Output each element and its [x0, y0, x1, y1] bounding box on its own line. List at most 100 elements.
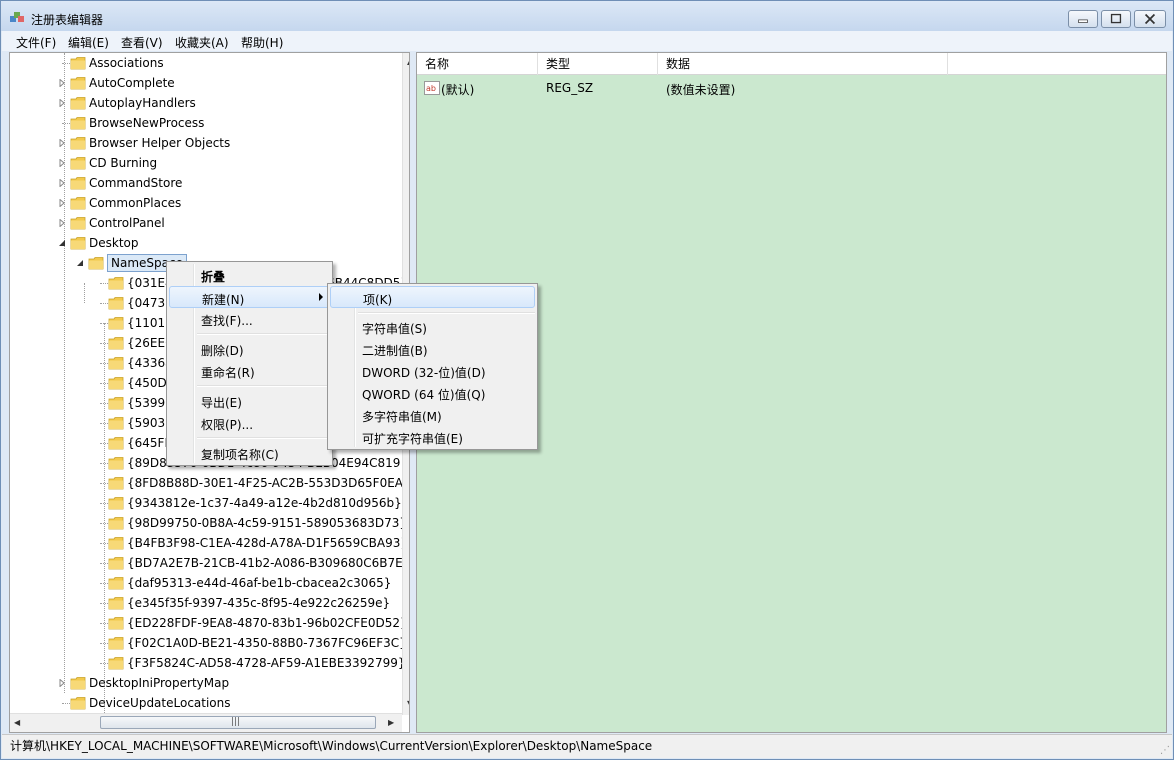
- folder-icon: [108, 437, 124, 450]
- submenu-item-expandable-string-value[interactable]: 可扩充字符串值(E): [330, 426, 535, 448]
- tree-node-label: BrowseNewProcess: [89, 116, 205, 130]
- submenu-item-key[interactable]: 项(K): [330, 286, 535, 308]
- tree-node[interactable]: {daf95313-e44d-46af-be1b-cbacea2c3065}: [10, 573, 400, 593]
- folder-icon: [108, 637, 124, 650]
- menu-view[interactable]: 查看(V): [121, 34, 163, 51]
- tree-node-label: {F02C1A0D-BE21-4350-88B0-7367FC96EF3C}: [127, 636, 407, 650]
- expand-arrow-icon[interactable]: [58, 139, 66, 147]
- submenu-item-binary-value[interactable]: 二进制值(B): [330, 338, 535, 360]
- folder-icon: [108, 557, 124, 570]
- folder-icon: [70, 177, 86, 190]
- tree-node[interactable]: {8FD8B88D-30E1-4F25-AC2B-553D3D65F0EA}: [10, 473, 409, 493]
- scroll-right-icon[interactable]: ▶: [388, 718, 394, 727]
- value-name: (默认): [441, 83, 475, 97]
- submenu-item-multi-string-value[interactable]: 多字符串值(M): [330, 404, 535, 426]
- collapse-arrow-icon[interactable]: [58, 239, 66, 247]
- tree-node-label: Associations: [89, 56, 164, 70]
- column-header-name[interactable]: 名称: [417, 53, 538, 75]
- tree-node-label: CommonPlaces: [89, 196, 182, 210]
- tree-connector: [62, 63, 70, 64]
- tree-node[interactable]: Associations: [10, 53, 400, 73]
- tree-node[interactable]: {9343812e-1c37-4a49-a12e-4b2d810d956b}: [10, 493, 402, 513]
- tree-node[interactable]: BrowseNewProcess: [10, 113, 400, 133]
- menu-item-export[interactable]: 导出(E): [169, 390, 330, 412]
- maximize-button[interactable]: [1101, 10, 1131, 28]
- tree-node[interactable]: {e345f35f-9397-435c-8f95-4e922c26259e}: [10, 593, 400, 613]
- menu-file[interactable]: 文件(F): [16, 34, 56, 51]
- horizontal-scroll-thumb[interactable]: |||: [100, 716, 376, 729]
- tree-node[interactable]: AutoplayHandlers: [10, 93, 400, 113]
- regedit-app-icon: [10, 12, 24, 22]
- scroll-down-icon[interactable]: ▼: [407, 699, 409, 708]
- close-button[interactable]: [1134, 10, 1166, 28]
- tree-node[interactable]: {BD7A2E7B-21CB-41b2-A086-B309680C6B7E}: [10, 553, 409, 573]
- tree-node[interactable]: {F02C1A0D-BE21-4350-88B0-7367FC96EF3C}: [10, 633, 407, 653]
- tree-node[interactable]: CD Burning: [10, 153, 400, 173]
- minimize-button[interactable]: [1068, 10, 1098, 28]
- submenu-item-dword-value[interactable]: DWORD (32-位)值(D): [330, 360, 535, 382]
- tree-node-label: {F3F5824C-AD58-4728-AF59-A1EBE3392799}: [127, 656, 406, 670]
- folder-icon: [108, 477, 124, 490]
- tree-connector: [100, 483, 108, 484]
- expand-arrow-icon[interactable]: [58, 679, 66, 687]
- menu-item-collapse[interactable]: 折叠: [169, 264, 330, 286]
- tree-node[interactable]: {ED228FDF-9EA8-4870-83b1-96b02CFE0D52}: [10, 613, 408, 633]
- menu-item-find[interactable]: 查找(F)...: [169, 308, 330, 330]
- menu-item-copy-key-name[interactable]: 复制项名称(C): [169, 442, 330, 464]
- menu-help[interactable]: 帮助(H): [241, 34, 283, 51]
- tree-node[interactable]: {B4FB3F98-C1EA-428d-A78A-D1F5659CBA93}: [10, 533, 408, 553]
- folder-icon: [70, 677, 86, 690]
- window-title: 注册表编辑器: [31, 13, 104, 27]
- folder-icon: [70, 77, 86, 90]
- tree-node[interactable]: DesktopIniPropertyMap: [10, 673, 400, 693]
- menu-item-permissions[interactable]: 权限(P)...: [169, 412, 330, 434]
- folder-icon: [108, 497, 124, 510]
- folder-icon: [108, 397, 124, 410]
- tree-node[interactable]: {98D99750-0B8A-4c59-9151-589053683D73}: [10, 513, 407, 533]
- scroll-left-icon[interactable]: ◀: [14, 718, 20, 727]
- collapse-arrow-icon[interactable]: [76, 259, 84, 267]
- tree-horizontal-scrollbar[interactable]: ◀ ||| ▶: [10, 713, 402, 732]
- column-header-data[interactable]: 数据: [658, 53, 948, 75]
- menu-item-delete[interactable]: 删除(D): [169, 338, 330, 360]
- menu-edit[interactable]: 编辑(E): [68, 34, 109, 51]
- tree-node[interactable]: {F3F5824C-AD58-4728-AF59-A1EBE3392799}: [10, 653, 405, 673]
- expand-arrow-icon[interactable]: [58, 99, 66, 107]
- folder-icon: [108, 657, 124, 670]
- tree-connector: [100, 423, 108, 424]
- menu-item-label: 查找(F)...: [201, 314, 253, 328]
- expand-arrow-icon[interactable]: [58, 159, 66, 167]
- submenu-item-string-value[interactable]: 字符串值(S): [330, 316, 535, 338]
- folder-icon: [88, 257, 104, 270]
- resize-grip-icon[interactable]: ⋰: [1160, 745, 1170, 756]
- expand-arrow-icon[interactable]: [58, 219, 66, 227]
- tree-node[interactable]: CommandStore: [10, 173, 400, 193]
- column-header-type[interactable]: 类型: [538, 53, 658, 75]
- folder-icon: [70, 217, 86, 230]
- menu-item-new[interactable]: 新建(N): [169, 286, 330, 308]
- tree-connector: [62, 703, 70, 704]
- title-bar[interactable]: 注册表编辑器: [1, 1, 1173, 31]
- menu-item-rename[interactable]: 重命名(R): [169, 360, 330, 382]
- tree-node[interactable]: DeviceUpdateLocations: [10, 693, 400, 713]
- scroll-up-icon[interactable]: ▲: [407, 57, 409, 66]
- tree-connector: [100, 583, 108, 584]
- expand-arrow-icon[interactable]: [58, 179, 66, 187]
- list-header: 名称 类型 数据: [417, 53, 1166, 75]
- folder-icon: [108, 537, 124, 550]
- tree-node[interactable]: Browser Helper Objects: [10, 133, 400, 153]
- expand-arrow-icon[interactable]: [58, 79, 66, 87]
- submenu-item-qword-value[interactable]: QWORD (64 位)值(Q): [330, 382, 535, 404]
- tree-node[interactable]: Desktop: [10, 233, 400, 253]
- menu-separator: [197, 333, 330, 335]
- tree-node[interactable]: AutoComplete: [10, 73, 400, 93]
- folder-icon: [108, 577, 124, 590]
- minimize-icon: [1078, 19, 1088, 23]
- menu-favorites[interactable]: 收藏夹(A): [175, 34, 229, 51]
- tree-node[interactable]: CommonPlaces: [10, 193, 400, 213]
- expand-arrow-icon[interactable]: [58, 199, 66, 207]
- tree-node[interactable]: ControlPanel: [10, 213, 400, 233]
- menu-item-label: QWORD (64 位)值(Q): [362, 388, 486, 402]
- tree-connector: [100, 343, 108, 344]
- list-row[interactable]: ab (默认) REG_SZ (数值未设置): [417, 78, 1166, 98]
